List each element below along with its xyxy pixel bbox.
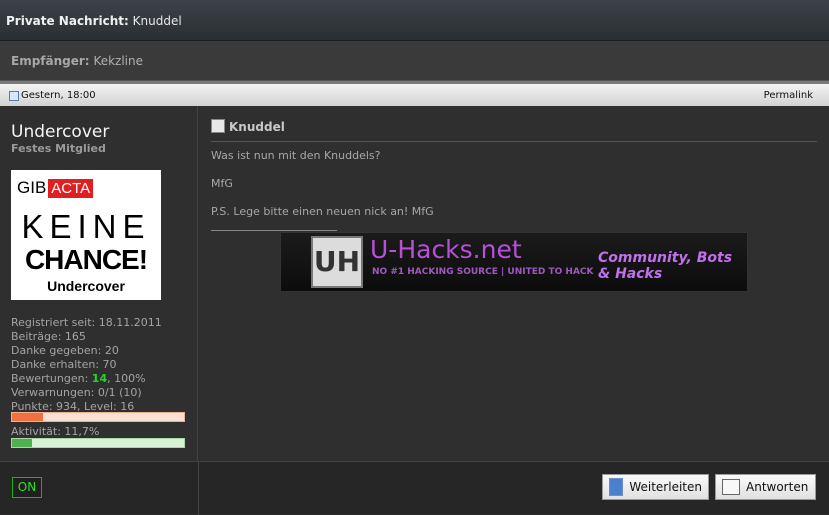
forward-button[interactable]: Weiterleiten [602,474,709,500]
post-footer: ON Weiterleiten Antworten [0,461,829,515]
recipient-label: Empfänger: [11,54,90,68]
user-rank: Festes Mitglied [11,142,106,155]
post-title: Knuddel [229,120,285,134]
banner-logo: UH [311,236,363,288]
stat-registered: Registriert seit: 18.11.2011 [11,316,162,329]
post-date-text: Gestern, 18:00 [21,90,96,101]
post-line: P.S. Lege bitte einen neuen nick an! MfG [211,205,434,218]
document-icon [211,119,225,133]
post-line: MfG [211,177,233,190]
post-header-bar: Gestern, 18:00 Permalink [0,81,829,106]
post-date: Gestern, 18:00 [9,90,96,101]
envelope-icon [722,479,740,495]
footer-divider [198,462,199,515]
signature-divider [211,230,337,231]
message-title-label: Private Nachricht: [6,14,129,28]
signature-banner[interactable]: UH U-Hacks.net NO #1 HACKING SOURCE | UN… [280,232,748,292]
reply-button[interactable]: Antworten [715,474,816,500]
avatar: GIB ACTA KEINE CHANCE! Undercover [11,170,161,300]
post-content: Knuddel Was ist nun mit den Knuddels? Mf… [199,106,829,461]
reply-label: Antworten [746,480,809,494]
stat-thanks-received: Danke erhalten: 70 [11,358,117,371]
stat-thanks-given: Danke gegeben: 20 [11,344,119,357]
banner-slogan: Community, Bots & Hacks [598,250,733,282]
avatar-gib: GIB [17,178,47,197]
stat-activity: Aktivität: 11,7% [11,425,100,438]
stat-ratings: Bewertungen: 14, 100% [11,372,162,386]
forward-icon [609,478,624,496]
points-progress-fill [12,413,43,421]
activity-progress-bar [11,438,185,448]
message-title-bar: Private Nachricht: Knuddel [0,0,829,41]
avatar-chance: CHANCE! [24,244,148,275]
post-icon [9,90,19,101]
banner-name: U-Hacks.net [370,235,522,264]
post-body: Was ist nun mit den Knuddels? MfG P.S. L… [211,149,434,233]
stat-posts: Beiträge: 165 [11,330,86,343]
banner-tagline: NO #1 HACKING SOURCE | UNITED TO HACK [372,267,594,277]
user-stats: Registriert seit: 18.11.2011 Beiträge: 1… [11,316,162,414]
post-title-row: Knuddel [211,119,817,142]
avatar-line1: GIB ACTA [17,178,94,198]
online-status-badge: ON [12,477,42,498]
recipient-name[interactable]: Kekzline [93,54,143,68]
avatar-undercover: Undercover [47,278,125,294]
user-info-panel: Undercover Festes Mitglied GIB ACTA KEIN… [0,106,198,461]
forward-label: Weiterleiten [629,480,702,494]
post-line: Was ist nun mit den Knuddels? [211,149,381,162]
permalink[interactable]: Permalink [764,90,813,101]
ratings-value[interactable]: 14 [92,372,107,385]
recipient-bar: Empfänger: Kekzline [0,41,829,81]
activity-progress-fill [12,439,33,447]
avatar-keine: KEINE [21,208,151,245]
points-progress-bar [11,412,185,422]
username[interactable]: Undercover [11,122,109,142]
message-title: Knuddel [132,14,182,28]
ratings-label: Bewertungen: [11,372,89,385]
avatar-acta: ACTA [48,178,94,198]
stat-warnings: Verwarnungen: 0/1 (10) [11,386,142,399]
ratings-pct: , 100% [107,372,146,385]
